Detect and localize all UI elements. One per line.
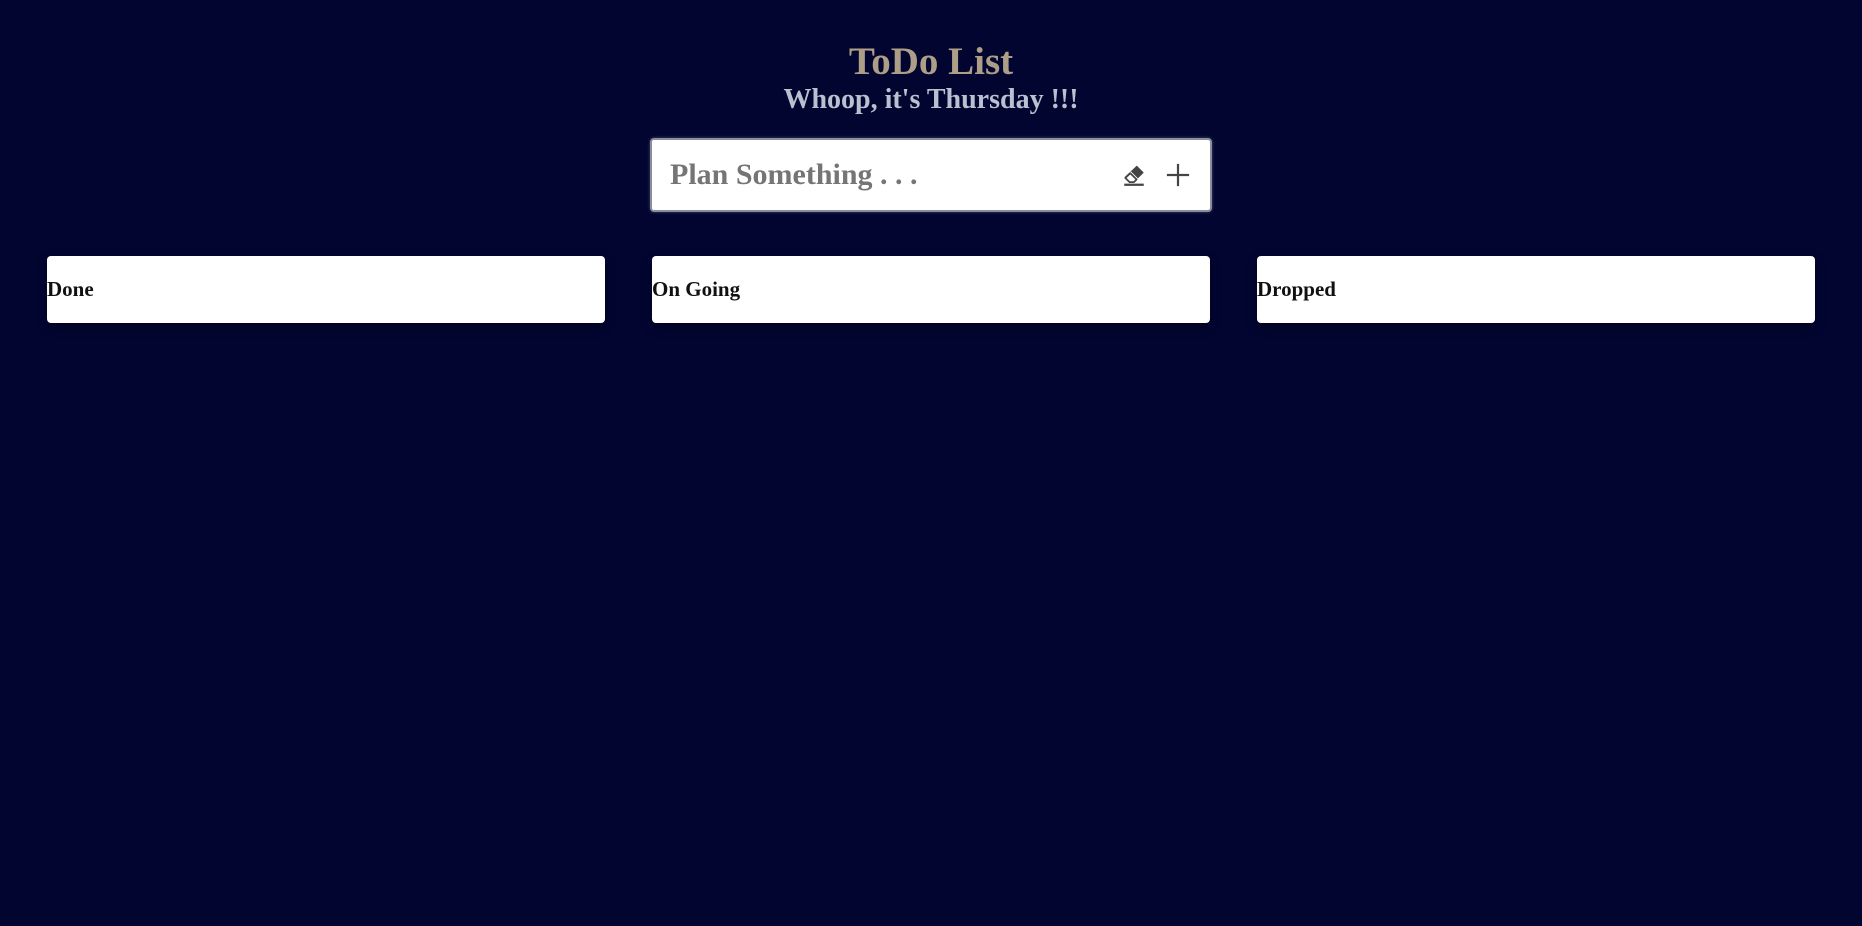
column-title-dropped: Dropped <box>1257 277 1336 301</box>
eraser-icon <box>1121 162 1147 188</box>
column-on-going: On Going <box>652 256 1210 323</box>
column-title-on-going: On Going <box>652 277 741 301</box>
add-button[interactable] <box>1160 157 1196 193</box>
plus-icon <box>1166 163 1190 187</box>
clear-button[interactable] <box>1116 157 1152 193</box>
page-title: ToDo List <box>848 40 1014 83</box>
todo-app: ToDo List Whoop, it's Thursday !!! Plan … <box>0 0 1862 926</box>
column-done: Done <box>47 256 605 323</box>
header: ToDo List Whoop, it's Thursday !!! <box>0 38 1862 117</box>
plan-input[interactable] <box>670 140 1108 210</box>
task-composer <box>650 138 1212 212</box>
column-title-done: Done <box>47 277 94 301</box>
page-subtitle: Whoop, it's Thursday !!! <box>783 84 1079 115</box>
column-dropped: Dropped <box>1257 256 1815 323</box>
